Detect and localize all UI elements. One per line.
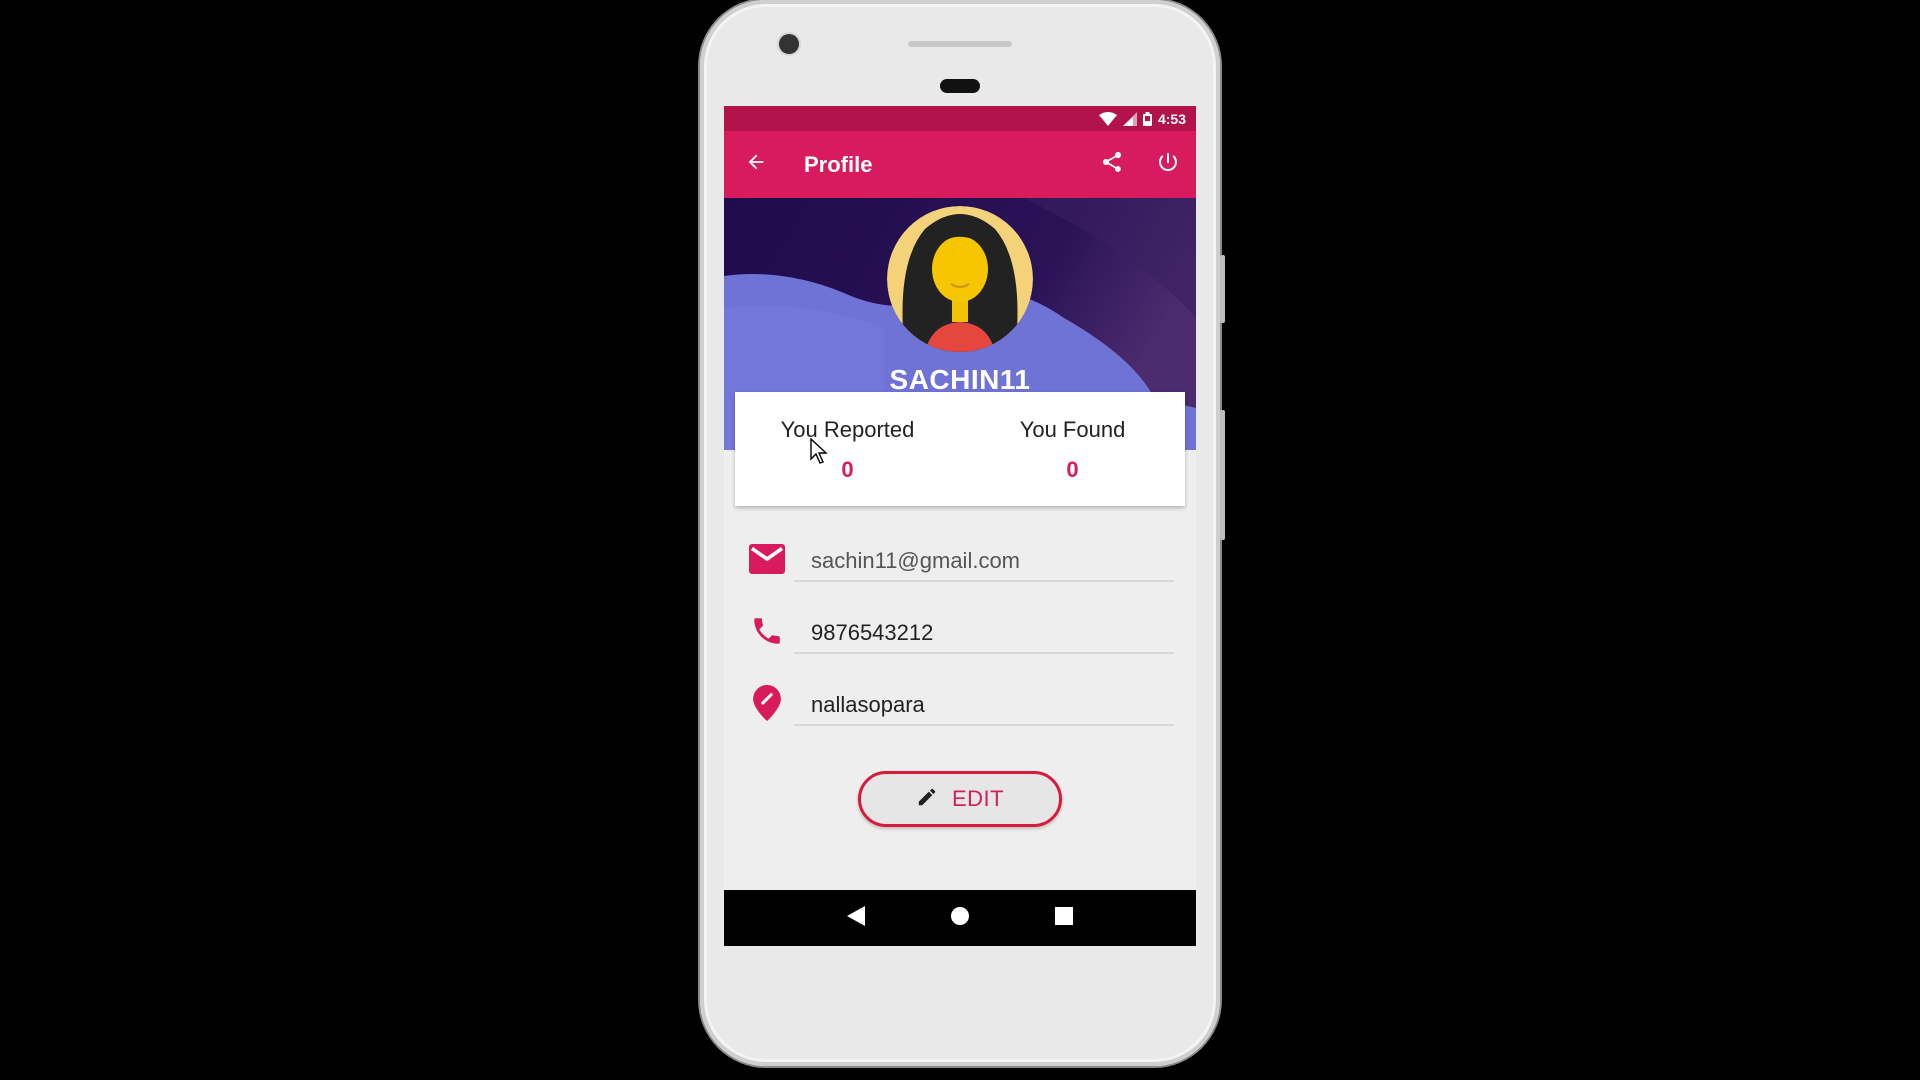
battery-icon	[1142, 111, 1152, 126]
stat-found[interactable]: You Found 0	[960, 392, 1185, 506]
location-value: nallasopara	[811, 692, 925, 717]
phone-frame: 4:53 Profile SACHIN11 You Reported 0 You…	[700, 0, 1225, 1066]
arrow-back-icon	[745, 151, 767, 178]
speaker-grille	[908, 41, 1012, 47]
phone-underline	[794, 652, 1174, 654]
front-camera	[779, 34, 799, 54]
recents-square-icon[interactable]	[1055, 906, 1074, 930]
app-bar: Profile	[724, 131, 1196, 198]
stat-found-label: You Found	[1019, 417, 1126, 442]
location-pin-icon	[748, 684, 786, 722]
location-underline	[794, 724, 1174, 726]
status-bar: 4:53	[724, 106, 1196, 131]
share-icon	[1100, 150, 1124, 179]
mouse-cursor-icon	[810, 437, 828, 469]
home-circle-icon[interactable]	[950, 906, 970, 931]
phone-icon	[748, 612, 786, 650]
email-icon	[748, 540, 786, 578]
logout-button[interactable]	[1140, 131, 1196, 198]
share-button[interactable]	[1084, 131, 1140, 198]
phone-field[interactable]: 9876543212	[724, 606, 1196, 666]
email-field[interactable]: sachin11@gmail.com	[724, 534, 1196, 594]
volume-side-button	[1220, 410, 1225, 540]
stats-card: You Reported 0 You Found 0	[735, 392, 1185, 506]
stat-reported-label: You Reported	[780, 417, 915, 442]
system-nav-bar	[724, 890, 1196, 946]
location-field[interactable]: nallasopara	[724, 678, 1196, 738]
edit-button-label: EDIT	[951, 786, 1005, 811]
stat-reported[interactable]: You Reported 0	[735, 392, 960, 506]
power-side-button	[1220, 255, 1225, 323]
email-underline	[794, 580, 1174, 582]
wifi-icon	[1098, 111, 1117, 126]
app-screen: 4:53 Profile SACHIN11 You Reported 0 You…	[724, 106, 1196, 946]
edit-button[interactable]: EDIT	[858, 771, 1062, 827]
status-time: 4:53	[1157, 110, 1186, 127]
back-triangle-icon[interactable]	[846, 905, 865, 931]
pencil-icon	[916, 786, 938, 813]
signal-icon	[1122, 111, 1137, 126]
page-title: Profile	[804, 151, 873, 177]
phone-value: 9876543212	[811, 620, 934, 645]
back-button[interactable]	[724, 131, 788, 198]
email-value: sachin11@gmail.com	[811, 548, 1021, 573]
avatar	[885, 204, 1035, 354]
stat-found-value: 0	[1066, 457, 1079, 482]
power-icon	[1156, 150, 1180, 179]
earpiece	[940, 79, 980, 93]
stat-reported-value: 0	[841, 457, 854, 482]
